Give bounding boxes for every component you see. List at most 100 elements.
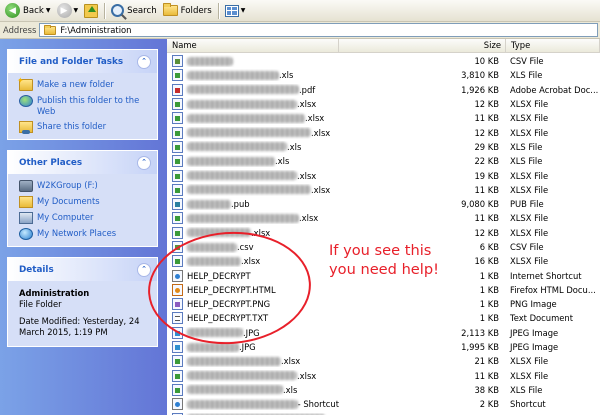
place-my-network-places[interactable]: My Network Places: [19, 228, 151, 240]
file-name-cell: HELP_DECRYPT.PNG: [167, 298, 339, 311]
redacted-file-name: [187, 99, 297, 109]
redacted-file-name: [187, 70, 279, 80]
file-row[interactable]: .JPG 1,995 KB JPEG Image: [167, 340, 600, 354]
toolbar-separator: [104, 2, 106, 19]
file-row[interactable]: 10 KB CSV File: [167, 54, 600, 68]
panel-title: File and Folder Tasks: [19, 56, 124, 67]
file-row[interactable]: .xls222 KBXLS File: [167, 411, 600, 415]
place-label: My Network Places: [37, 228, 117, 238]
task-label: Make a new folder: [37, 79, 114, 89]
file-size: 1 KB: [479, 270, 499, 281]
views-dropdown-icon[interactable]: ▼: [241, 7, 246, 14]
column-header-name[interactable]: Name: [167, 39, 339, 52]
file-type: Firefox HTML Docu...: [510, 284, 596, 295]
file-row[interactable]: .csv 6 KB CSV File: [167, 240, 600, 254]
file-name-cell: .xlsx: [167, 112, 339, 125]
file-name-cell: .JPG: [167, 341, 339, 354]
file-name-cell: .xlsx: [167, 226, 339, 239]
collapse-chevron-icon[interactable]: ⌃: [137, 262, 151, 277]
jpg-file-icon: [172, 341, 183, 354]
folders-button[interactable]: Folders: [160, 2, 215, 20]
back-button[interactable]: ◀ Back ▼: [2, 2, 54, 20]
file-name-cell: .xlsx: [167, 212, 339, 225]
file-row[interactable]: .xlsx 11 KB XLSX File: [167, 183, 600, 197]
column-header-size[interactable]: Size: [339, 39, 506, 52]
file-row[interactable]: HELP_DECRYPT 1 KB Internet Shortcut: [167, 268, 600, 282]
file-extension: .xlsx: [251, 227, 271, 238]
file-row[interactable]: .xlsx 12 KB XLSX File: [167, 97, 600, 111]
file-row[interactable]: HELP_DECRYPT.HTML 1 KB Firefox HTML Docu..…: [167, 283, 600, 297]
file-row[interactable]: .xls 38 KB XLS File: [167, 383, 600, 397]
file-row[interactable]: .xlsx 11 KB XLSX File: [167, 369, 600, 383]
place-my-computer[interactable]: My Computer: [19, 212, 151, 224]
file-row[interactable]: .xlsx 21 KB XLSX File: [167, 354, 600, 368]
file-list-view[interactable]: Name Size Type 10 KB CSV File .xls 3,810 KB…: [167, 39, 600, 415]
file-name-cell: .xls: [167, 69, 339, 82]
globe-icon: [19, 95, 33, 107]
file-extension: - Shortcut: [297, 399, 339, 410]
collapse-chevron-icon[interactable]: ⌃: [137, 155, 151, 170]
file-type: XLSX File: [510, 127, 549, 138]
xls-file-icon: [172, 255, 183, 268]
file-row[interactable]: .xls 3,810 KB XLS File: [167, 68, 600, 82]
up-button[interactable]: [81, 2, 101, 20]
file-row[interactable]: .JPG 2,113 KB JPEG Image: [167, 326, 600, 340]
task-share-folder[interactable]: Share this folder: [19, 121, 151, 134]
file-row[interactable]: .xlsx 11 KB XLSX File: [167, 111, 600, 125]
collapse-chevron-icon[interactable]: ⌃: [137, 54, 151, 69]
redacted-file-name: [187, 128, 311, 138]
file-name-cell: .JPG: [167, 326, 339, 339]
file-type: JPEG Image: [510, 342, 559, 353]
file-name-cell: .xls: [167, 155, 339, 168]
file-type: XLSX File: [510, 356, 549, 367]
file-size: 22 KB: [474, 156, 499, 167]
other-places-header[interactable]: Other Places ⌃: [8, 151, 157, 174]
file-row[interactable]: .xlsx 12 KB XLSX File: [167, 226, 600, 240]
search-button[interactable]: Search: [108, 2, 160, 20]
file-extension: .xlsx: [311, 184, 331, 195]
redacted-file-name: [187, 113, 305, 123]
html-file-icon: [172, 283, 183, 296]
file-row[interactable]: .xls 29 KB XLS File: [167, 140, 600, 154]
address-input[interactable]: F:\Administration: [39, 23, 598, 37]
file-row[interactable]: .pub 9,080 KB PUB File: [167, 197, 600, 211]
file-row[interactable]: .xlsx 16 KB XLSX File: [167, 254, 600, 268]
file-row[interactable]: .xlsx 12 KB XLSX File: [167, 125, 600, 139]
back-dropdown-icon[interactable]: ▼: [46, 7, 51, 14]
other-places-panel: Other Places ⌃ W2KGroup (F:) My Document…: [7, 150, 158, 247]
place-w2kgroup-drive[interactable]: W2KGroup (F:): [19, 180, 151, 192]
place-my-documents[interactable]: My Documents: [19, 196, 151, 208]
file-type: Shortcut: [510, 399, 546, 410]
file-extension: .xls: [287, 141, 302, 152]
file-extension: .xlsx: [281, 356, 301, 367]
redacted-file-name: [187, 199, 231, 209]
xls-file-icon: [172, 126, 183, 139]
details-panel: Details ⌃ Administration File Folder Dat…: [7, 257, 158, 347]
file-size: 11 KB: [474, 213, 499, 224]
file-row[interactable]: HELP_DECRYPT.PNG 1 KB PNG Image: [167, 297, 600, 311]
details-header[interactable]: Details ⌃: [8, 258, 157, 281]
file-type: XLS File: [510, 384, 543, 395]
xls-file-icon: [172, 355, 183, 368]
redacted-file-name: [187, 185, 311, 195]
file-row[interactable]: - Shortcut 2 KB Shortcut: [167, 397, 600, 411]
task-publish-to-web[interactable]: Publish this folder to the Web: [19, 95, 151, 117]
file-row[interactable]: .xls 22 KB XLS File: [167, 154, 600, 168]
file-row[interactable]: .xlsx 11 KB XLSX File: [167, 211, 600, 225]
file-folder-tasks-header[interactable]: File and Folder Tasks ⌃: [8, 50, 157, 73]
views-button[interactable]: ▼: [222, 2, 249, 20]
task-make-new-folder[interactable]: Make a new folder: [17, 75, 151, 91]
back-arrow-icon: ◀: [5, 3, 20, 18]
file-row[interactable]: HELP_DECRYPT.TXT 1 KB Text Document: [167, 311, 600, 325]
redacted-file-name: [187, 256, 241, 266]
folders-label: Folders: [180, 5, 212, 16]
forward-dropdown-icon[interactable]: ▼: [74, 7, 79, 14]
file-name-cell: .xlsx: [167, 98, 339, 111]
column-header-type[interactable]: Type: [506, 39, 600, 52]
panel-title: Other Places: [19, 157, 83, 168]
file-type: XLSX File: [510, 227, 549, 238]
file-row[interactable]: .pdf 1,926 KB Adobe Acrobat Doc...: [167, 83, 600, 97]
file-row[interactable]: .xlsx 19 KB XLSX File: [167, 168, 600, 182]
file-extension: .pub: [231, 199, 250, 210]
forward-button[interactable]: ▶ ▼: [54, 2, 82, 20]
